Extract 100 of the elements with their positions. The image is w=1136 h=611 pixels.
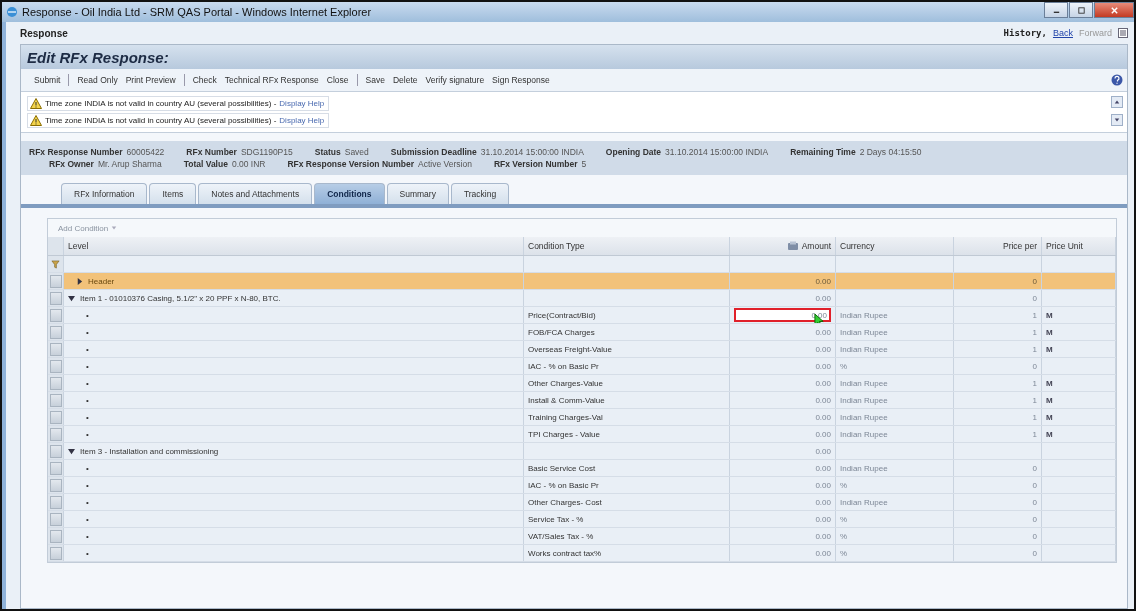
price-per-cell: 0 xyxy=(954,273,1042,289)
row-selector[interactable] xyxy=(49,444,62,458)
price-per-cell: 1 xyxy=(954,375,1042,391)
amount-text: 0.00 xyxy=(815,343,831,356)
calculator-icon xyxy=(786,241,799,251)
row-selector[interactable] xyxy=(49,478,62,492)
tab[interactable]: Notes and Attachments xyxy=(198,183,313,204)
amount-text: 0.00 xyxy=(815,462,831,475)
row-selector[interactable] xyxy=(49,393,62,407)
field-value: Saved xyxy=(344,147,369,157)
price-per-cell: 0 xyxy=(954,477,1042,493)
price-per-cell: 0 xyxy=(954,358,1042,374)
row-selector[interactable] xyxy=(49,461,62,475)
price-per-cell: 0 xyxy=(954,528,1042,544)
warning-icon xyxy=(30,98,42,109)
menu-icon[interactable] xyxy=(1118,28,1128,38)
toolbar-button[interactable]: Verify signature xyxy=(422,75,488,85)
field-label: RFx Version Number xyxy=(493,159,578,169)
display-help-link[interactable]: Display Help xyxy=(279,99,325,108)
back-link[interactable]: Back xyxy=(1052,28,1073,38)
price-per-cell: 0 xyxy=(954,290,1042,306)
currency-cell: Indian Rupee xyxy=(836,426,954,442)
toolbar-button[interactable]: Close xyxy=(323,75,352,85)
field-label: RFx Number xyxy=(186,147,237,157)
price-unit-cell: M xyxy=(1042,307,1116,323)
row-selector[interactable] xyxy=(49,546,62,560)
field-value: Active Version xyxy=(418,159,472,169)
toolbar-button[interactable]: Sign Response xyxy=(489,75,553,85)
price-per-cell: 0 xyxy=(954,494,1042,510)
minimize-button[interactable] xyxy=(1044,2,1068,18)
maximize-button[interactable] xyxy=(1069,2,1093,18)
level-text: • xyxy=(86,310,89,320)
toolbar-button[interactable]: Print Preview xyxy=(122,75,179,85)
price-unit-cell: M xyxy=(1042,392,1116,408)
column-header[interactable]: Condition Type xyxy=(524,237,730,255)
price-unit-cell: M xyxy=(1042,324,1116,340)
filter-button[interactable] xyxy=(48,256,64,272)
row-selector[interactable] xyxy=(49,325,62,339)
row-selector[interactable] xyxy=(49,512,62,526)
row-selector[interactable] xyxy=(49,342,62,356)
display-help-link[interactable]: Display Help xyxy=(279,116,325,125)
currency-cell: Indian Rupee xyxy=(836,460,954,476)
toolbar-button[interactable]: Save xyxy=(362,75,388,85)
scroll-up-button[interactable] xyxy=(1111,96,1123,108)
tab[interactable]: Summary xyxy=(386,183,449,204)
toolbar-button[interactable]: Submit xyxy=(31,75,64,85)
select-all-cell[interactable] xyxy=(48,237,64,255)
row-selector[interactable] xyxy=(49,376,62,390)
column-header[interactable]: Level xyxy=(64,237,524,255)
price-per-cell: 1 xyxy=(954,392,1042,408)
toolbar-button[interactable]: Check xyxy=(189,75,220,85)
message-text: Time zone INDIA is not valid in country AU (several possibilities) - xyxy=(45,116,277,125)
level-text: • xyxy=(86,412,89,422)
price-per-cell: 0 xyxy=(954,545,1042,561)
toolbar-button[interactable]: Delete xyxy=(389,75,421,85)
help-icon[interactable] xyxy=(1111,74,1123,86)
field-value: SDG1190P15 xyxy=(240,147,293,157)
price-per-cell: 1 xyxy=(954,307,1042,323)
row-selector[interactable] xyxy=(49,308,62,322)
row-selector[interactable] xyxy=(49,495,62,509)
field-value: 31.10.2014 15:00:00 INDIA xyxy=(480,147,584,157)
currency-cell: % xyxy=(836,545,954,561)
amount-text: 0.00 xyxy=(815,394,831,407)
collapse-arrow-icon[interactable] xyxy=(68,294,75,302)
column-header[interactable]: Currency xyxy=(836,237,954,255)
row-selector[interactable] xyxy=(49,427,62,441)
price-unit-cell: M xyxy=(1042,341,1116,357)
column-header[interactable]: Price Unit xyxy=(1042,237,1116,255)
expand-arrow-icon[interactable] xyxy=(76,277,83,285)
toolbar-button[interactable]: Technical RFx Response xyxy=(221,75,322,85)
tab[interactable]: Tracking xyxy=(450,183,510,204)
toolbar-button[interactable]: Read Only xyxy=(74,75,121,85)
column-header[interactable]: Price per xyxy=(954,237,1042,255)
amount-text: 0.00 xyxy=(815,326,831,339)
row-selector[interactable] xyxy=(49,359,62,373)
close-icon xyxy=(1109,5,1119,15)
currency-cell: % xyxy=(836,528,954,544)
price-per-cell: 0 xyxy=(954,511,1042,527)
tab[interactable]: Items xyxy=(149,183,197,204)
field-label: RFx Owner xyxy=(49,159,94,169)
level-text: • xyxy=(86,463,89,473)
level-text: • xyxy=(86,395,89,405)
amount-text: 0.00 xyxy=(815,377,831,390)
tab[interactable]: Conditions xyxy=(314,183,385,204)
field-label: RFx Response Number xyxy=(29,147,123,157)
condition-type-cell: Service Tax - % xyxy=(524,511,730,527)
row-selector[interactable] xyxy=(49,529,62,543)
condition-type-cell: Works contract tax% xyxy=(524,545,730,561)
history-menu[interactable]: History, xyxy=(1003,28,1047,38)
tab[interactable]: RFx Information xyxy=(61,183,148,204)
close-button[interactable] xyxy=(1094,2,1134,18)
row-selector[interactable] xyxy=(49,291,62,305)
scroll-down-button[interactable] xyxy=(1111,114,1123,126)
column-header[interactable]: Amount xyxy=(730,237,836,255)
warning-icon xyxy=(30,115,42,126)
row-selector[interactable] xyxy=(49,274,62,288)
row-selector[interactable] xyxy=(49,410,62,424)
condition-type-cell: VAT/Sales Tax - % xyxy=(524,528,730,544)
collapse-arrow-icon[interactable] xyxy=(68,447,75,455)
currency-cell: Indian Rupee xyxy=(836,375,954,391)
